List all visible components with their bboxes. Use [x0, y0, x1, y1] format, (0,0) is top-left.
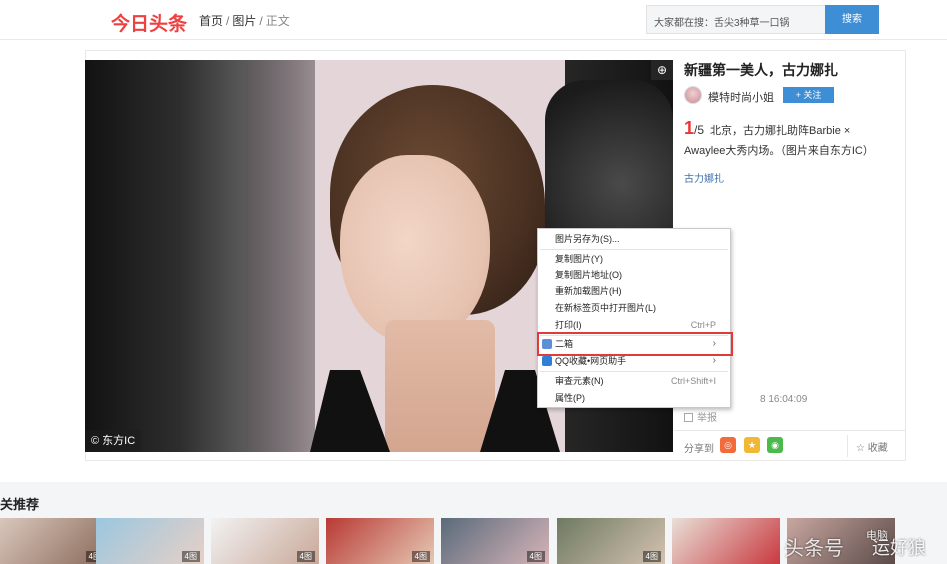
breadcrumb-separator: /	[226, 14, 230, 28]
context-menu: 图片另存为(S)... 复制图片(Y) 复制图片地址(O) 重新加载图片(H) …	[537, 228, 731, 408]
photo-neck	[385, 320, 495, 452]
qzone-icon[interactable]: ★	[744, 437, 760, 453]
menu-separator	[540, 371, 728, 372]
toutiao-watermark: 头条号	[784, 536, 844, 560]
breadcrumb-images[interactable]: 图片	[232, 14, 256, 28]
menu-item-label: 打印(I)	[555, 320, 582, 330]
favorite-button[interactable]: ☆ 收藏	[856, 439, 888, 454]
breadcrumb-separator: /	[259, 14, 263, 28]
menu-separator	[540, 249, 728, 250]
weibo-icon[interactable]: ◎	[720, 437, 736, 453]
menu-copy-image[interactable]: 复制图片(Y)	[538, 251, 730, 267]
menu-item-label: 复制图片(Y)	[555, 254, 603, 264]
photo-watermark: © 东方IC	[85, 430, 142, 452]
site-logo[interactable]: 今日头条	[111, 9, 187, 36]
image-count: 4图	[526, 551, 545, 562]
recommend-title: 关推荐	[0, 497, 40, 512]
breadcrumb-home[interactable]: 首页	[199, 14, 223, 28]
site-watermark-large: 运好狼	[872, 538, 926, 558]
report-label: 举报	[697, 413, 717, 424]
share-label: 分享到	[684, 444, 714, 455]
photo-index: 1	[684, 118, 695, 138]
recommend-thumb[interactable]: 4图	[557, 518, 665, 564]
highlight-box	[537, 332, 733, 356]
image-count: 4图	[181, 551, 200, 562]
bookmark-icon	[542, 356, 552, 366]
follow-button[interactable]: + 关注	[783, 87, 834, 103]
author-name[interactable]: 模特时尚小姐	[708, 89, 774, 105]
wechat-icon[interactable]: ◉	[767, 437, 783, 453]
share-row: 分享到 ◎ ★ ◉ ☆ 收藏	[674, 430, 906, 460]
menu-open-in-new-tab[interactable]: 在新标签页中打开图片(L)	[538, 300, 730, 316]
menu-inspect-element[interactable]: 审查元素(N) Ctrl+Shift+I	[538, 373, 730, 389]
menu-item-label: 属性(P)	[555, 393, 585, 403]
menu-item-label: 在新标签页中打开图片(L)	[555, 303, 657, 313]
image-count: 4图	[642, 551, 661, 562]
photo-total: /5	[694, 123, 705, 137]
menu-shortcut: Ctrl+P	[690, 320, 716, 330]
menu-properties[interactable]: 属性(P)	[538, 390, 730, 406]
breadcrumb: 首页 / 图片 / 正文	[199, 12, 290, 29]
avatar[interactable]	[684, 86, 702, 104]
divider	[847, 435, 848, 457]
menu-print[interactable]: 打印(I) Ctrl+P	[538, 317, 730, 333]
zoom-icon[interactable]: ⊕	[651, 60, 673, 80]
tag-link[interactable]: 古力娜扎	[684, 170, 724, 185]
menu-item-label: 重新加载图片(H)	[555, 286, 622, 296]
caption-text: 北京，古力娜扎助阵Barbie × Awaylee大秀内场。（图片来自东方IC）	[684, 125, 874, 157]
search-button[interactable]: 搜索	[825, 5, 879, 34]
recommend-thumb[interactable]: 4图	[96, 518, 204, 564]
photo-face	[340, 155, 490, 345]
publish-time: 8 16:04:09	[760, 394, 808, 405]
image-count: 4图	[411, 551, 430, 562]
menu-item-label: 审查元素(N)	[555, 376, 604, 386]
recommend-thumb[interactable]	[672, 518, 780, 564]
menu-shortcut: Ctrl+Shift+I	[670, 376, 716, 386]
article-title: 新疆第一美人，古力娜扎	[684, 62, 838, 78]
report-icon	[684, 413, 693, 422]
photo-caption: 1/5 北京，古力娜扎助阵Barbie × Awaylee大秀内场。（图片来自东方…	[684, 118, 894, 161]
menu-reload-image[interactable]: 重新加载图片(H)	[538, 283, 730, 299]
photo-background-left	[85, 60, 245, 452]
menu-save-image[interactable]: 图片另存为(S)...	[538, 231, 730, 247]
menu-item-label: 复制图片地址(O)	[555, 270, 622, 280]
image-count: 4图	[296, 551, 315, 562]
menu-copy-image-url[interactable]: 复制图片地址(O)	[538, 267, 730, 283]
favorite-label: 收藏	[867, 443, 888, 454]
recommend-thumb[interactable]: 4图	[326, 518, 434, 564]
report-link[interactable]: 举报	[684, 409, 717, 424]
recommend-thumb[interactable]: 4图	[441, 518, 549, 564]
top-header: 今日头条 首页 / 图片 / 正文 大家都在搜：舌尖3种草一口锅 搜索	[0, 0, 947, 40]
recommend-thumb[interactable]: 4图	[0, 518, 108, 564]
menu-item-label: 图片另存为(S)...	[555, 234, 620, 244]
breadcrumb-current: 正文	[265, 14, 290, 28]
search-input[interactable]: 大家都在搜：舌尖3种草一口锅	[646, 5, 826, 34]
menu-item-label: QQ收藏•网页助手	[555, 356, 627, 366]
recommend-thumb[interactable]: 4图	[211, 518, 319, 564]
